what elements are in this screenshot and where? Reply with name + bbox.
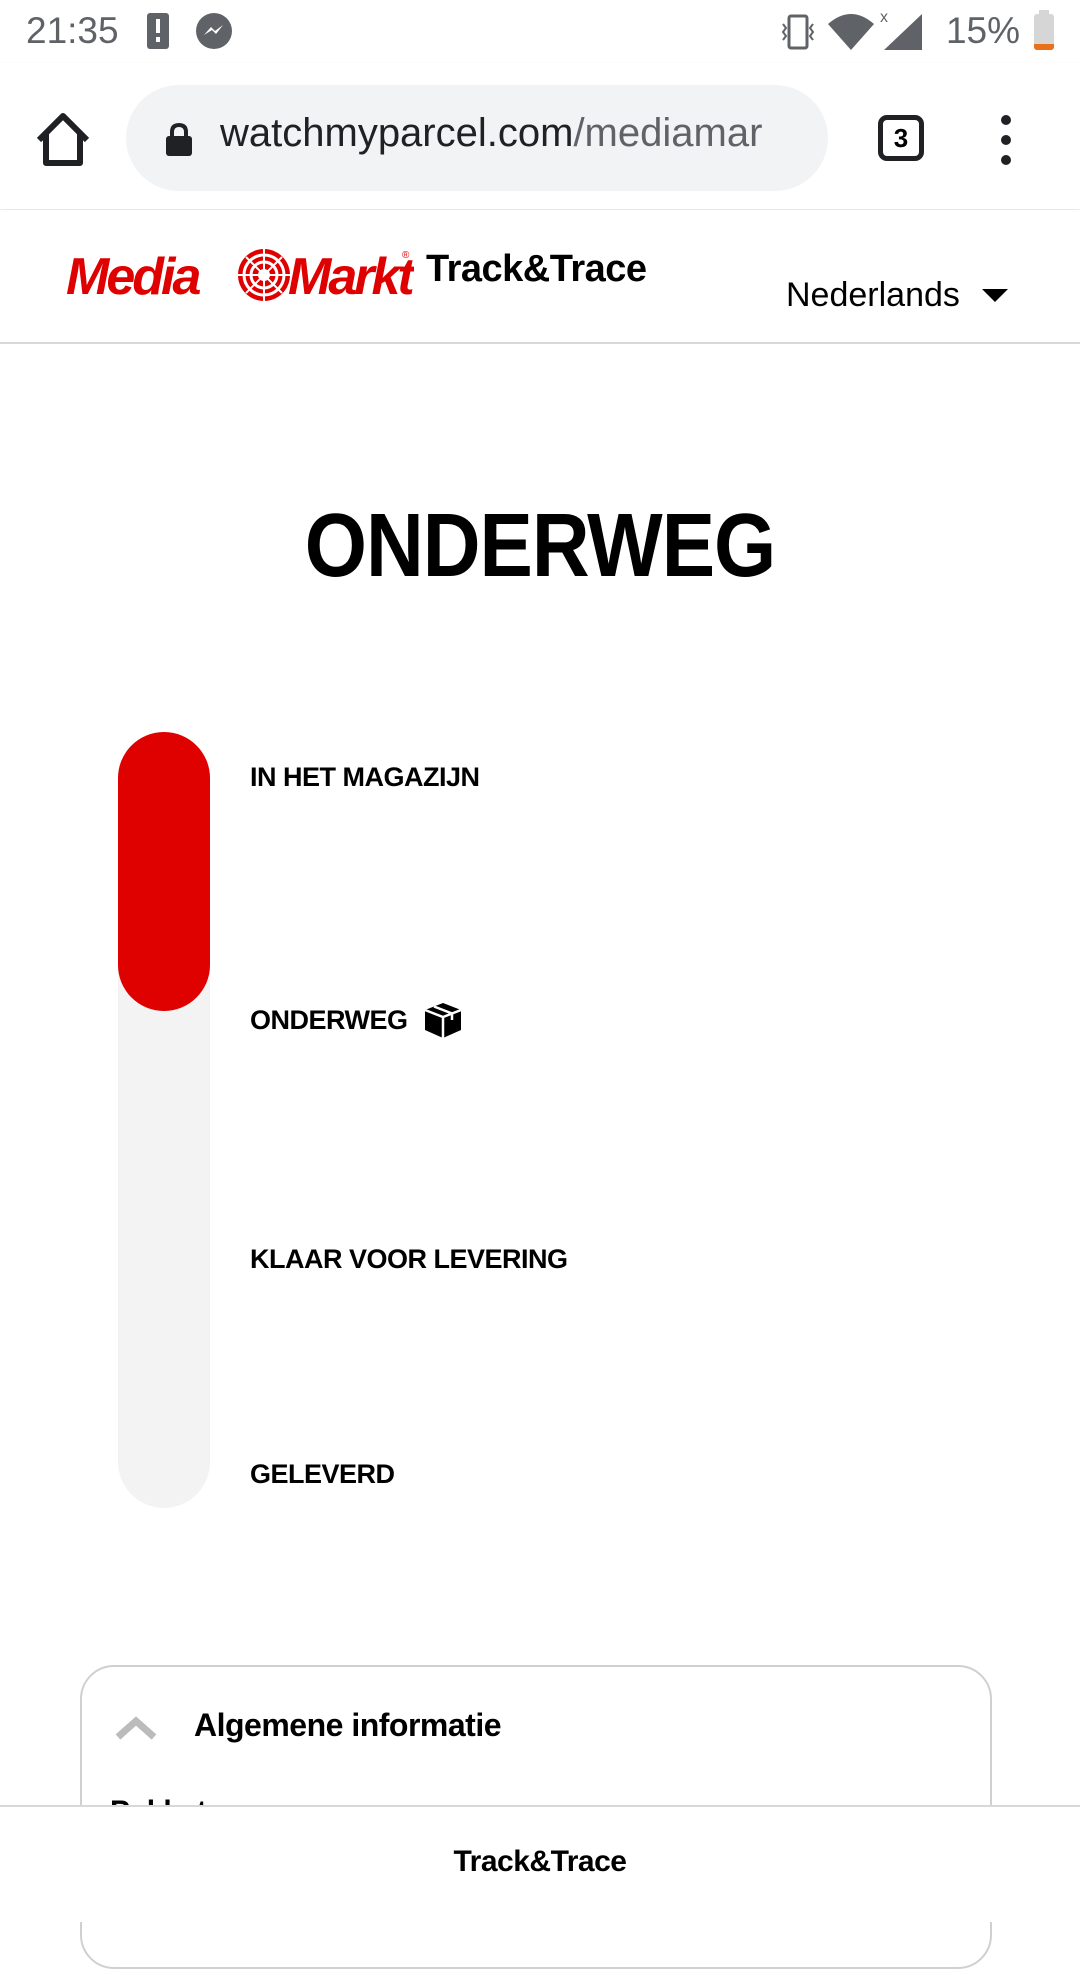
step-label: KLAAR VOOR LEVERING	[250, 1244, 568, 1274]
step-in-transit: ONDERWEG	[250, 1000, 464, 1040]
chevron-up-icon[interactable]	[114, 1715, 158, 1741]
step-ready-for-delivery: KLAAR VOOR LEVERING	[250, 1244, 568, 1275]
wifi-icon	[828, 14, 874, 50]
logo-spiral-icon	[238, 249, 290, 301]
logo-text-markt: Markt	[288, 248, 414, 304]
progress-track	[118, 732, 210, 1508]
home-icon[interactable]	[30, 107, 96, 173]
site-header: Media Markt ® Track&Trace Nederlands	[0, 210, 1080, 344]
status-bar: 21:35 x 15%	[0, 0, 1080, 63]
status-time: 21:35	[26, 10, 119, 51]
language-selector[interactable]: Nederlands	[786, 276, 1008, 315]
package-icon	[424, 1003, 461, 1038]
tab-count: 3	[893, 123, 909, 153]
lock-icon	[166, 123, 192, 156]
header-title: Track&Trace	[426, 248, 647, 290]
alert-icon	[147, 13, 169, 49]
address-bar[interactable]: watchmyparcel.com/mediamar	[126, 85, 828, 191]
more-vert-icon[interactable]	[990, 115, 1022, 165]
step-label: IN HET MAGAZIJN	[250, 762, 480, 792]
step-label: ONDERWEG	[250, 1004, 408, 1035]
battery-icon	[1034, 10, 1054, 50]
caret-down-icon	[981, 289, 1008, 302]
url-text: watchmyparcel.com/mediamar	[220, 111, 816, 156]
bottom-bar: Track&Trace	[0, 1805, 1080, 1922]
signal-icon: x	[880, 9, 922, 50]
step-delivered: GELEVERD	[250, 1459, 395, 1490]
vibrate-icon	[781, 14, 815, 50]
mediamarkt-logo[interactable]: Media Markt ®	[66, 244, 414, 304]
battery-percentage: 15%	[945, 10, 1020, 51]
registered-mark: ®	[402, 250, 410, 261]
language-label: Nederlands	[786, 276, 960, 314]
messenger-icon	[196, 13, 232, 49]
browser-toolbar: watchmyparcel.com/mediamar 3	[0, 63, 1080, 209]
logo-text-media: Media	[66, 248, 200, 304]
status-icons: x 15%	[760, 0, 1080, 63]
step-label: GELEVERD	[250, 1459, 395, 1489]
footer-title: Track&Trace	[453, 1845, 627, 1878]
url-path: /mediamar	[573, 111, 763, 155]
tabs-button[interactable]: 3	[878, 115, 924, 161]
status-title: ONDERWEG	[304, 495, 777, 596]
url-domain: watchmyparcel.com	[220, 111, 574, 155]
step-in-warehouse: IN HET MAGAZIJN	[250, 762, 480, 793]
card-title: Algemene informatie	[194, 1707, 502, 1743]
progress-fill	[118, 732, 210, 1011]
svg-text:x: x	[880, 9, 888, 26]
